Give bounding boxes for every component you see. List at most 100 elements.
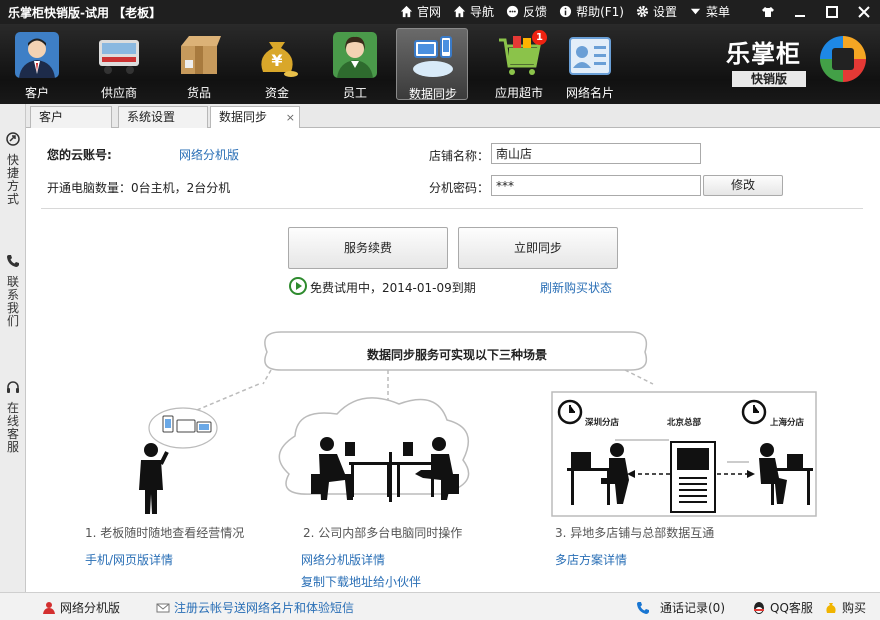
status-call-log[interactable]: 通话记录(0) — [636, 599, 725, 616]
renew-service-button[interactable]: 服务续费 — [288, 227, 448, 269]
title-bar: 乐掌柜快销版-试用 【老板】 官网 导航 反馈 帮助(F1) 设置 菜单 — [0, 0, 880, 24]
top-menu: 官网 导航 反馈 帮助(F1) 设置 菜单 — [400, 3, 730, 20]
store-name-input[interactable] — [491, 143, 701, 164]
tab-system-settings-label: 系统设置 — [127, 110, 176, 124]
home-icon — [453, 5, 466, 18]
play-icon — [289, 277, 307, 295]
toolbar-data-sync[interactable]: 数据同步 — [396, 28, 468, 101]
skin-button[interactable] — [752, 0, 784, 24]
brand-logo-icon — [820, 36, 866, 82]
status-network-edition[interactable]: 网络分机版 — [42, 599, 120, 616]
status-buy[interactable]: 购买 — [824, 599, 866, 616]
cloud-account-link[interactable]: 网络分机版 — [179, 146, 239, 163]
info-icon — [559, 5, 572, 18]
office-cloud — [278, 397, 470, 502]
settings-label: 设置 — [652, 5, 677, 19]
toolbar-employee[interactable]: 员工 — [324, 28, 386, 100]
toolbar-supplier-label: 供应商 — [100, 86, 137, 100]
navigation-label: 导航 — [470, 5, 495, 19]
settings-link[interactable]: 设置 — [636, 3, 677, 20]
scenario-2-link[interactable]: 网络分机版详情 — [301, 551, 385, 568]
business-card-icon — [569, 37, 611, 75]
close-button[interactable] — [848, 0, 880, 24]
status-qq-service[interactable]: QQ客服 — [752, 599, 813, 616]
status-promo-label: 注册云帐号送网络名片和体验短信 — [174, 601, 355, 615]
trial-status-text: 免费试用中，2014-01-09到期 — [310, 281, 476, 295]
scenario-illustration: 数据同步服务可实现以下三种场景 深圳分店 北京总部 上海分店 — [139, 331, 817, 517]
toolbar-funds[interactable]: ¥ 资金 — [246, 28, 308, 100]
scenario-2-caption: 2. 公司内部多台电脑同时操作 — [303, 526, 463, 540]
user-icon — [43, 601, 55, 614]
phone-icon — [637, 601, 649, 614]
beijing-hq-label: 北京总部 — [667, 417, 702, 428]
toolbar-supplier[interactable]: 供应商 — [88, 28, 150, 100]
scenario-2-copy-link[interactable]: 复制下载地址给小伙伴 — [301, 573, 421, 590]
help-link[interactable]: 帮助(F1) — [559, 3, 624, 20]
toolbar-employee-label: 员工 — [342, 86, 367, 100]
maximize-button[interactable] — [816, 0, 848, 24]
app-market-badge: 1 — [532, 30, 547, 45]
extension-password-input[interactable] — [491, 175, 701, 196]
official-site-link[interactable]: 官网 — [400, 3, 441, 20]
minimize-icon — [795, 15, 805, 17]
extension-password-label: 分机密码： — [429, 181, 490, 195]
shanghai-branch-label: 上海分店 — [770, 417, 805, 428]
toolbar-goods[interactable]: 货品 — [168, 28, 230, 100]
toolbar-app-market-label: 应用超市 — [494, 86, 543, 100]
navigation-link[interactable]: 导航 — [453, 3, 494, 20]
tab-customer[interactable]: 客户 — [30, 106, 112, 128]
help-label: 帮助(F1) — [576, 5, 624, 19]
boss-figure — [139, 407, 218, 514]
supplier-truck-icon — [99, 40, 139, 74]
status-promo-link[interactable]: 注册云帐号送网络名片和体验短信 — [156, 599, 354, 616]
pc-count-text: 开通电脑数量：0台主机，2台分机 — [47, 181, 231, 195]
sidebar-item-contact[interactable]: 联系我们 — [0, 254, 26, 328]
gear-icon — [636, 5, 649, 18]
scenario-headline: 数据同步服务可实现以下三种场景 — [367, 347, 547, 362]
tab-data-sync[interactable]: 数据同步 × — [210, 106, 300, 129]
sync-now-button[interactable]: 立即同步 — [458, 227, 618, 269]
svg-text:¥: ¥ — [271, 51, 282, 70]
brand-name: 乐掌柜 — [726, 40, 801, 68]
brand: 乐掌柜 快销版 — [726, 34, 812, 87]
minimize-button[interactable] — [784, 0, 816, 24]
tab-close-button[interactable]: × — [286, 108, 295, 128]
left-sidebar: 快捷方式 联系我们 在线客服 — [0, 104, 26, 592]
section-divider — [41, 208, 863, 209]
data-sync-icon — [413, 36, 453, 77]
cloud-account-label: 您的云账号: — [47, 148, 112, 162]
money-bag-icon — [826, 602, 836, 613]
qq-icon — [754, 601, 764, 614]
scenario-3-link[interactable]: 多店方案详情 — [555, 551, 627, 568]
status-call-log-label: 通话记录(0) — [660, 601, 725, 615]
toolbar-business-card[interactable]: 网络名片 — [558, 28, 622, 100]
feedback-link[interactable]: 反馈 — [506, 3, 547, 20]
employee-icon — [333, 32, 377, 78]
sidebar-item-shortcuts[interactable]: 快捷方式 — [0, 132, 26, 206]
sidebar-item-online-service[interactable]: 在线客服 — [0, 380, 26, 454]
window-title: 乐掌柜快销版-试用 【老板】 — [8, 6, 162, 20]
headset-icon — [7, 381, 19, 393]
tab-system-settings[interactable]: 系统设置 — [118, 106, 208, 128]
tab-customer-label: 客户 — [39, 110, 64, 124]
toolbar-customer-label: 客户 — [24, 86, 49, 100]
status-buy-label: 购买 — [842, 601, 867, 615]
modify-password-button[interactable]: 修改 — [703, 175, 783, 196]
refresh-purchase-link[interactable]: 刷新购买状态 — [540, 279, 612, 296]
scenario-1-link[interactable]: 手机/网页版详情 — [85, 551, 173, 568]
tab-bar: 客户 系统设置 数据同步 × — [26, 104, 880, 129]
toolbar-customer[interactable]: 客户 — [6, 28, 68, 100]
shirt-icon — [762, 7, 774, 17]
scenario-3-caption: 3. 异地多店铺与总部数据互通 — [555, 526, 715, 540]
toolbar-goods-label: 货品 — [186, 86, 211, 100]
window-controls — [752, 0, 880, 24]
shortcut-icon — [6, 132, 20, 146]
toolbar-app-market[interactable]: 1 应用超市 — [484, 28, 554, 100]
status-bar: 网络分机版 注册云帐号送网络名片和体验短信 通话记录(0) QQ客服 购买 — [0, 592, 880, 620]
sidebar-item-shortcuts-label: 快捷方式 — [6, 153, 19, 206]
branch-network — [551, 391, 817, 517]
official-site-label: 官网 — [417, 5, 442, 19]
scenario-1-caption: 1. 老板随时随地查看经营情况 — [85, 526, 245, 540]
main-menu-link[interactable]: 菜单 — [689, 3, 730, 20]
phone-icon — [7, 255, 19, 267]
